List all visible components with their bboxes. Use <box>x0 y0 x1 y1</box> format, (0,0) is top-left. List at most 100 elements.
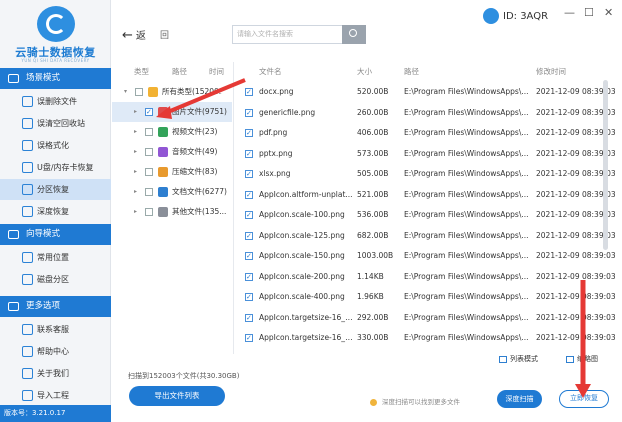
file-checkbox[interactable] <box>245 328 253 348</box>
sidebar-item[interactable]: 联系客服 <box>0 319 111 340</box>
expand-icon[interactable]: ▸ <box>134 162 137 182</box>
tree-checkbox[interactable] <box>145 188 153 196</box>
file-row[interactable]: docx.png 520.00B E:\Program Files\WindowsA… <box>234 82 615 102</box>
file-row[interactable]: AppIcon.targetsize-24_a...375.00BE:\Prog… <box>234 349 615 355</box>
recover-now-button[interactable]: 立即恢复 <box>559 390 609 408</box>
sidebar-item-label: 联系客服 <box>37 325 69 334</box>
sidebar-item[interactable]: 误格式化 <box>0 135 111 156</box>
file-checkbox[interactable] <box>245 185 253 205</box>
sidebar-item[interactable]: 帮助中心 <box>0 341 111 362</box>
sidebar-item[interactable]: 常用位置 <box>0 247 111 268</box>
file-checkbox[interactable] <box>245 103 253 123</box>
sidebar-item[interactable]: 导入工程 <box>0 385 111 406</box>
back-button[interactable]: ← 返 <box>122 27 146 43</box>
expand-icon[interactable]: ▸ <box>134 102 137 122</box>
tree-checkbox[interactable] <box>145 148 153 156</box>
file-row[interactable]: xlsx.png 505.00B E:\Program Files\WindowsA… <box>234 164 615 184</box>
sidebar-item[interactable]: 深度恢复 <box>0 201 111 222</box>
file-checkbox[interactable] <box>245 205 253 225</box>
sidebar-item[interactable]: 磁盘分区 <box>0 269 111 290</box>
file-checkbox[interactable] <box>245 287 253 307</box>
file-checkbox[interactable] <box>245 144 253 164</box>
file-path: E:\Program Files\WindowsApps\... <box>404 169 529 178</box>
app-window: 云骑士数据恢复 YUN QI SHI DATA RECOVERY 场景模式 误删除… <box>0 0 622 422</box>
sidebar-item[interactable]: 误清空回收站 <box>0 113 111 134</box>
list-view-toggle[interactable]: 列表模式 <box>499 354 538 364</box>
sidebar-item[interactable]: 分区恢复 <box>0 179 111 200</box>
export-list-button[interactable]: 导出文件列表 <box>129 386 225 406</box>
tree-row[interactable]: ▸ 音频文件(49) <box>112 142 232 162</box>
file-row[interactable]: genericfile.png 260.00B E:\Program Files\W… <box>234 103 615 123</box>
tree-row[interactable]: ▸ 文档文件(6277) <box>112 182 232 202</box>
file-row[interactable]: AppIcon.scale-400.png 1.96KB E:\Program Fi… <box>234 287 615 307</box>
file-path: E:\Program Files\WindowsApps\... <box>404 312 529 322</box>
file-checkbox[interactable] <box>245 164 253 184</box>
file-size: 521.00B <box>357 189 389 199</box>
thumbnail-view-toggle[interactable]: 缩略图 <box>566 354 598 364</box>
file-row[interactable]: AppIcon.targetsize-16_a...292.00B E:\Prog… <box>234 308 615 328</box>
minimize-icon[interactable]: — <box>564 6 575 19</box>
expand-icon[interactable]: ▾ <box>124 82 127 102</box>
logo-refresh-icon <box>46 14 66 34</box>
search-button[interactable] <box>342 25 366 44</box>
file-path: E:\Program Files\WindowsApps\... <box>404 210 529 219</box>
file-row[interactable]: AppIcon.altform-unplat... 521.00B E:\Progr… <box>234 185 615 205</box>
sidebar-item[interactable]: 误删除文件 <box>0 91 111 112</box>
file-checkbox[interactable] <box>245 267 253 287</box>
tree-row[interactable]: ▸ 压缩文件(83) <box>112 162 232 182</box>
tree-row[interactable]: ▸ 视频文件(23) <box>112 122 232 142</box>
file-checkbox[interactable] <box>245 82 253 102</box>
sidebar-item-label: 磁盘分区 <box>37 275 69 284</box>
deep-scan-tip-text: 深度扫描可以找到更多文件 <box>382 398 460 406</box>
file-time: 2021-12-09 08:39:03 <box>536 333 615 342</box>
header-time[interactable]: 修改时间 <box>536 62 566 82</box>
file-type-icon <box>158 147 168 157</box>
file-checkbox[interactable] <box>245 226 253 246</box>
file-checkbox[interactable] <box>245 246 253 266</box>
search-input[interactable]: 请输入文件名搜索 <box>232 25 342 44</box>
sidebar-item[interactable]: U盘/内存卡恢复 <box>0 157 111 178</box>
scrollbar[interactable] <box>603 80 608 250</box>
close-icon[interactable]: ✕ <box>604 6 613 19</box>
tree-row[interactable]: ▸ 其他文件(135... <box>112 202 232 222</box>
tree-header-type[interactable]: 类型 <box>134 66 149 77</box>
maximize-icon[interactable]: ☐ <box>584 6 594 19</box>
tree-row[interactable]: ▾ 所有类型(15200... <box>102 82 222 102</box>
tree-header-path[interactable]: 路径 <box>172 66 187 77</box>
file-row[interactable]: AppIcon.scale-200.png 1.14KB E:\Program Fi… <box>234 267 615 287</box>
file-size: 1.14KB <box>357 271 384 281</box>
file-row[interactable]: AppIcon.scale-100.png 536.00B E:\Program F… <box>234 205 615 225</box>
file-checkbox[interactable] <box>245 123 253 143</box>
file-row[interactable]: AppIcon.scale-125.png 682.00B E:\Program F… <box>234 226 615 246</box>
tree-checkbox[interactable]: ✓ <box>145 108 153 116</box>
expand-icon[interactable]: ▸ <box>134 122 137 142</box>
expand-icon[interactable]: ▸ <box>134 142 137 162</box>
sidebar-item-label: 分区恢复 <box>37 185 69 194</box>
file-row[interactable]: pdf.png 406.00B E:\Program Files\WindowsAp… <box>234 123 615 143</box>
tree-checkbox[interactable] <box>145 168 153 176</box>
back-arrow-icon: ← <box>122 28 133 43</box>
header-size[interactable]: 大小 <box>357 62 372 82</box>
file-checkbox[interactable] <box>245 308 253 328</box>
expand-icon[interactable]: ▸ <box>134 202 137 222</box>
file-size: 1.96KB <box>357 292 384 301</box>
tree-checkbox[interactable] <box>135 88 143 96</box>
deep-scan-button[interactable]: 深度扫描 <box>497 390 542 408</box>
sidebar-item-label: 深度恢复 <box>37 207 69 216</box>
header-name[interactable]: 文件名 <box>259 62 282 82</box>
tree-header-time[interactable]: 时间 <box>209 66 224 77</box>
tree-row[interactable]: ▸ ✓ 图片文件(9751) <box>112 102 232 122</box>
bottom-bar: 列表模式 缩略图 扫描到152003个文件(共30.30GB) 导出文件列表 深… <box>112 355 622 422</box>
header-path[interactable]: 路径 <box>404 62 419 82</box>
file-row[interactable]: pptx.png 573.00B E:\Program Files\WindowsA… <box>234 144 615 164</box>
file-row[interactable]: AppIcon.scale-150.png 1003.00B E:\Program … <box>234 246 615 266</box>
tree-checkbox[interactable] <box>145 208 153 216</box>
sidebar-section-header: 向导模式 <box>0 224 111 245</box>
sidebar-item[interactable]: 关于我们 <box>0 363 111 384</box>
section-icon <box>8 302 19 311</box>
sidebar-item-icon <box>22 390 33 401</box>
file-row[interactable]: AppIcon.targetsize-16_c...330.00B E:\Prog… <box>234 328 615 348</box>
expand-icon[interactable]: ▸ <box>134 182 137 202</box>
tree-checkbox[interactable] <box>145 128 153 136</box>
refresh-button[interactable]: 回 <box>160 28 169 41</box>
